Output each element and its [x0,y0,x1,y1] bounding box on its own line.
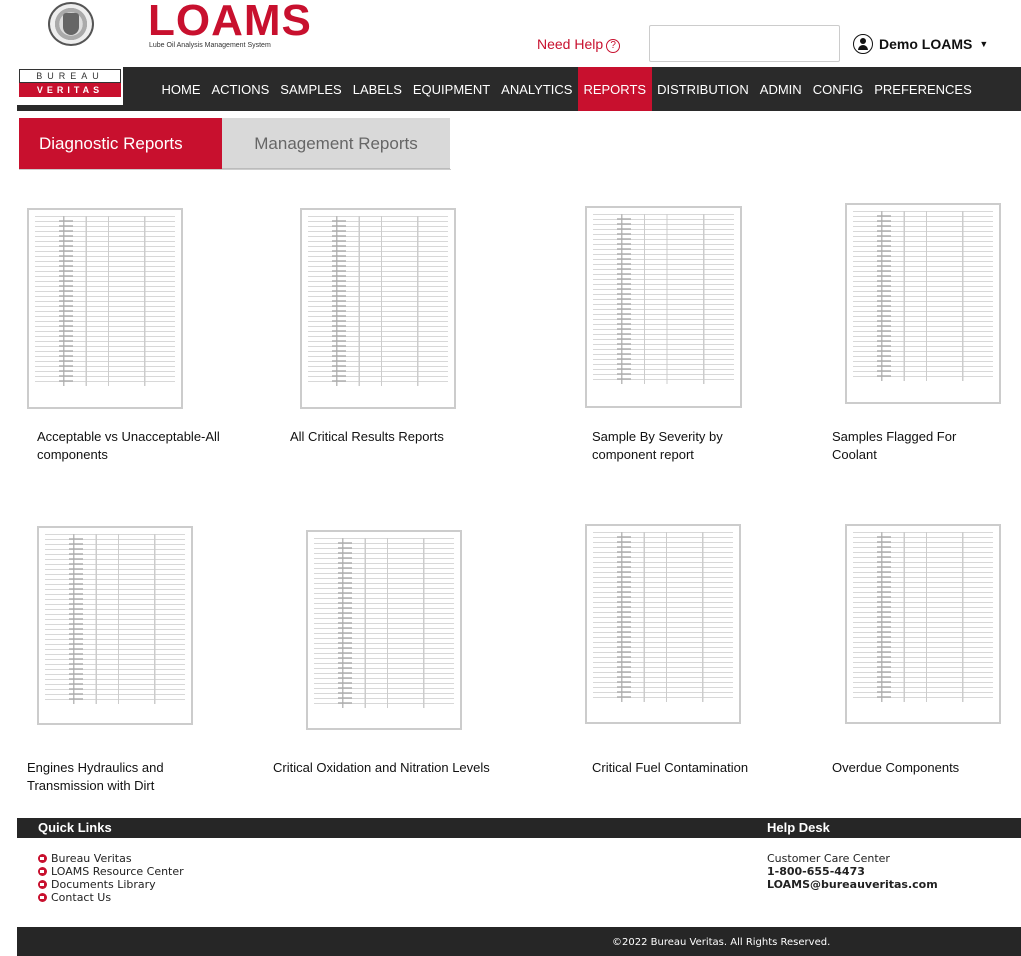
quick-link-item[interactable]: Contact Us [38,891,184,904]
copyright-bar [17,927,1021,956]
tab-diagnostic-reports[interactable]: Diagnostic Reports [19,118,222,169]
report-thumbnail[interactable] [585,206,742,408]
nav-analytics[interactable]: ANALYTICS [496,67,578,111]
arrow-circle-icon [38,893,47,902]
quick-link-item[interactable]: Documents Library [38,878,184,891]
nav-equipment[interactable]: EQUIPMENT [407,67,495,111]
quick-links: Bureau Veritas LOAMS Resource Center Doc… [38,852,184,904]
quick-links-title: Quick Links [38,820,112,835]
nav-samples[interactable]: SAMPLES [275,67,347,111]
need-help-label: Need Help [537,36,604,52]
report-thumbnail[interactable] [585,524,741,724]
need-help-link[interactable]: Need Help? [537,36,621,53]
quick-link-label: Bureau Veritas [51,852,132,865]
nav-labels[interactable]: LABELS [347,67,407,111]
report-label-overdue[interactable]: Overdue Components [832,759,1002,777]
report-thumbnail[interactable] [306,530,462,730]
loams-logo[interactable]: LOAMS [148,0,312,46]
report-tabs: Diagnostic Reports Management Reports [19,118,450,169]
nav-items: HOME ACTIONS SAMPLES LABELS EQUIPMENT AN… [156,67,977,111]
copyright-text: ©2022 Bureau Veritas. All Rights Reserve… [612,937,831,948]
chevron-down-icon: ▼ [979,39,989,49]
tab-underline [19,169,451,170]
help-desk: Customer Care Center 1-800-655-4473 LOAM… [767,852,938,891]
header: LOAMS Lube Oil Analysis Management Syste… [0,0,1021,67]
nav-actions[interactable]: ACTIONS [206,67,275,111]
help-desk-title: Help Desk [767,820,830,835]
arrow-circle-icon [38,880,47,889]
arrow-circle-icon [38,854,47,863]
bv-badge-top: BUREAU [19,69,121,83]
report-thumbnail[interactable] [37,526,193,725]
report-label-dirt[interactable]: Engines Hydraulics and Transmission with… [27,759,202,795]
nav-preferences[interactable]: PREFERENCES [869,67,978,111]
report-label-acceptable[interactable]: Acceptable vs Unacceptable-All component… [37,428,257,464]
quick-link-label: Contact Us [51,891,112,904]
quick-link-item[interactable]: LOAMS Resource Center [38,865,184,878]
quick-link-item[interactable]: Bureau Veritas [38,852,184,865]
nav-admin[interactable]: ADMIN [754,67,807,111]
search-input[interactable] [649,25,840,62]
nav-config[interactable]: CONFIG [807,67,869,111]
help-desk-email[interactable]: LOAMS@bureauveritas.com [767,878,938,891]
report-thumbnail[interactable] [845,524,1001,724]
report-label-coolant[interactable]: Samples Flagged For Coolant [832,428,972,464]
arrow-circle-icon [38,867,47,876]
logo-subtitle: Lube Oil Analysis Management System [149,42,271,49]
bv-badge-bottom: VERITAS [19,83,121,97]
report-thumbnail[interactable] [27,208,183,409]
help-desk-label: Customer Care Center [767,852,890,865]
nav-home[interactable]: HOME [156,67,206,111]
help-question-icon: ? [606,39,621,53]
user-icon [853,34,873,54]
nav-reports[interactable]: REPORTS [577,67,652,111]
nav-distribution[interactable]: DISTRIBUTION [652,67,755,111]
report-label-severity[interactable]: Sample By Severity by component report [592,428,767,464]
bureau-veritas-seal-icon [48,2,94,46]
report-thumbnail[interactable] [845,203,1001,404]
quick-link-label: Documents Library [51,878,156,891]
user-menu[interactable]: Demo LOAMS ▼ [853,33,988,55]
report-label-oxidation[interactable]: Critical Oxidation and Nitration Levels [273,759,533,777]
quick-link-label: LOAMS Resource Center [51,865,184,878]
help-desk-phone[interactable]: 1-800-655-4473 [767,865,938,878]
report-label-critical-results[interactable]: All Critical Results Reports [290,428,510,446]
user-name: Demo LOAMS [879,36,973,52]
tab-management-reports[interactable]: Management Reports [222,118,450,169]
report-label-fuel[interactable]: Critical Fuel Contamination [592,759,792,777]
report-thumbnail[interactable] [300,208,456,409]
footer-bar [17,818,1021,838]
